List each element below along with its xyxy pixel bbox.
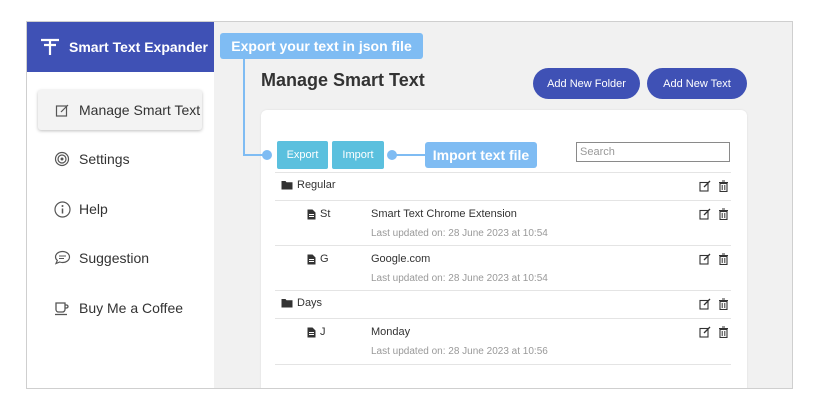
folder-row[interactable]: Regular: [275, 172, 731, 201]
import-connector: [395, 154, 427, 156]
page-title: Manage Smart Text: [261, 70, 425, 90]
file-key-text: G: [320, 253, 329, 265]
folder-name: Days: [297, 297, 323, 309]
folder-row[interactable]: Days: [275, 290, 731, 319]
settings-icon: [53, 150, 71, 168]
last-updated: Last updated on: 28 June 2023 at 10:54: [371, 228, 548, 239]
sidebar-item-suggestion[interactable]: Suggestion: [38, 238, 202, 278]
file-key: J: [307, 326, 326, 338]
text-logo-icon: [41, 38, 59, 55]
trash-icon[interactable]: [717, 253, 729, 265]
row-actions: [699, 208, 729, 220]
app-header: Smart Text Expander: [27, 22, 214, 72]
export-connector: [243, 59, 245, 155]
export-button[interactable]: Export: [277, 141, 328, 169]
coffee-icon: [53, 299, 71, 317]
trash-icon[interactable]: [717, 208, 729, 220]
sidebar-item-buy-me-a-coffee[interactable]: Buy Me a Coffee: [38, 288, 202, 328]
last-updated: Last updated on: 28 June 2023 at 10:54: [371, 273, 548, 284]
trash-icon[interactable]: [717, 326, 729, 338]
add-new-folder-button[interactable]: Add New Folder: [533, 68, 640, 99]
file-key: G: [307, 253, 329, 265]
sidebar-item-label: Suggestion: [79, 250, 150, 266]
file-icon: [307, 209, 316, 219]
search-input[interactable]: [576, 142, 730, 162]
text-row[interactable]: St Smart Text Chrome Extension Last upda…: [275, 200, 731, 246]
file-text: Google.com: [371, 253, 431, 265]
edit-icon[interactable]: [699, 253, 711, 265]
text-row[interactable]: J Monday Last updated on: 28 June 2023 a…: [275, 318, 731, 365]
text-row[interactable]: G Google.com Last updated on: 28 June 20…: [275, 245, 731, 291]
import-callout: Import text file: [425, 142, 537, 168]
edit-icon[interactable]: [699, 180, 711, 192]
sidebar-item-label: Settings: [79, 151, 130, 167]
file-key-text: J: [320, 326, 326, 338]
edit-icon[interactable]: [699, 298, 711, 310]
export-pointer-dot: [262, 150, 272, 160]
sidebar-item-label: Help: [79, 201, 108, 217]
folder-name: Regular: [297, 179, 336, 191]
app-window: Smart Text Expander Manage Smart Text Se…: [26, 21, 793, 389]
file-icon: [307, 254, 316, 264]
sidebar-item-label: Manage Smart Text: [79, 102, 201, 118]
help-icon: [53, 200, 71, 218]
import-button[interactable]: Import: [332, 141, 384, 169]
row-actions: [699, 298, 729, 310]
folder-label: Regular: [281, 179, 336, 191]
sidebar-item-help[interactable]: Help: [38, 189, 202, 229]
app-title: Smart Text Expander: [69, 39, 209, 55]
row-actions: [699, 180, 729, 192]
add-new-text-button[interactable]: Add New Text: [647, 68, 747, 99]
folder-icon: [281, 181, 293, 190]
edit-icon: [53, 101, 71, 119]
trash-icon[interactable]: [717, 298, 729, 310]
trash-icon[interactable]: [717, 180, 729, 192]
export-callout: Export your text in json file: [220, 33, 423, 59]
file-key-text: St: [320, 208, 331, 220]
sidebar-item-label: Buy Me a Coffee: [79, 300, 184, 316]
folder-label: Days: [281, 297, 322, 309]
edit-icon[interactable]: [699, 208, 711, 220]
last-updated: Last updated on: 28 June 2023 at 10:56: [371, 346, 548, 357]
file-icon: [307, 327, 316, 337]
row-actions: [699, 253, 729, 265]
file-text: Monday: [371, 326, 411, 338]
edit-icon[interactable]: [699, 326, 711, 338]
sidebar-item-settings[interactable]: Settings: [38, 139, 202, 179]
chat-icon: [53, 249, 71, 267]
folder-icon: [281, 299, 293, 308]
sidebar: Smart Text Expander Manage Smart Text Se…: [27, 22, 214, 388]
file-key: St: [307, 208, 330, 220]
sidebar-item-manage-smart-text[interactable]: Manage Smart Text: [38, 90, 202, 130]
file-text: Smart Text Chrome Extension: [371, 208, 517, 220]
row-actions: [699, 326, 729, 338]
